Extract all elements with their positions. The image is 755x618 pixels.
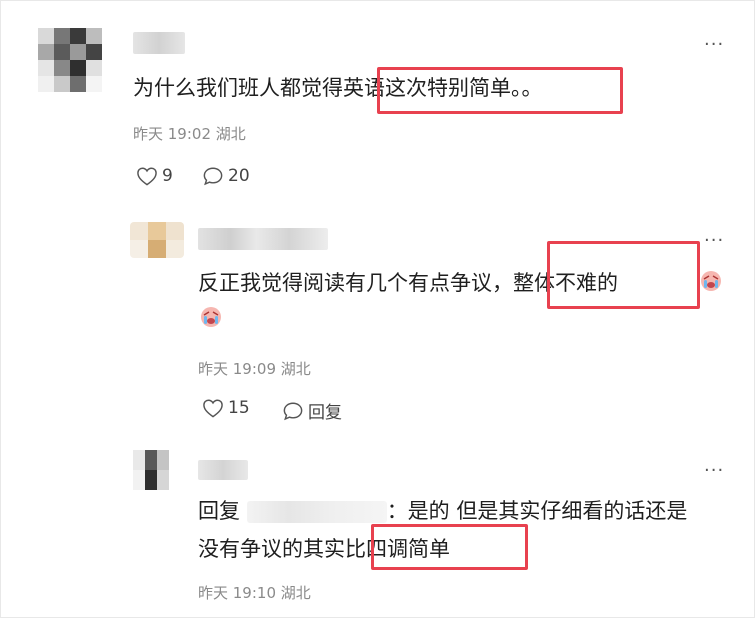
username[interactable] <box>133 32 185 54</box>
like-count: 15 <box>228 398 250 418</box>
timestamp: 昨天 19:09 <box>198 360 276 378</box>
like-count: 9 <box>162 166 173 186</box>
like-button[interactable]: 15 <box>202 398 250 418</box>
reply-text: 回复 ：是的 但是其实仔细看的话还是 <box>198 496 687 526</box>
username[interactable] <box>198 228 328 250</box>
more-dots-icon[interactable]: ··· <box>704 232 724 250</box>
highlight-box <box>547 241 700 309</box>
timestamp: 昨天 19:02 <box>133 125 211 143</box>
highlight-box <box>371 524 528 570</box>
reply-count-button[interactable]: 20 <box>202 166 250 186</box>
highlight-box <box>377 67 623 114</box>
speech-bubble-icon <box>203 167 223 186</box>
avatar[interactable] <box>133 450 169 490</box>
location: 湖北 <box>280 360 311 378</box>
crying-face-emoji <box>701 271 721 291</box>
avatar[interactable] <box>38 28 102 92</box>
comment-meta: 昨天 19:02 湖北 <box>133 123 246 144</box>
heart-outline-icon <box>137 167 157 186</box>
location: 湖北 <box>215 125 246 143</box>
timestamp: 昨天 19:10 <box>198 584 276 602</box>
mentioned-user[interactable] <box>246 501 387 523</box>
speech-bubble-icon <box>283 402 303 420</box>
comment-meta: 昨天 19:09 湖北 <box>198 358 311 379</box>
more-dots-icon[interactable]: ··· <box>704 462 724 480</box>
more-dots-icon[interactable]: ··· <box>704 36 724 54</box>
like-button[interactable]: 9 <box>136 166 173 186</box>
reply-label: 回复 <box>308 403 342 423</box>
avatar[interactable] <box>130 222 184 258</box>
reply-count: 20 <box>228 166 250 186</box>
reply-button[interactable]: 回复 <box>282 398 342 423</box>
comment-meta: 昨天 19:10 湖北 <box>198 582 311 603</box>
crying-face-emoji <box>201 307 221 327</box>
location: 湖北 <box>280 584 311 602</box>
username[interactable] <box>198 460 248 480</box>
reply-prefix: 回复 <box>198 499 240 523</box>
reply-text-line1: ：是的 但是其实仔细看的话还是 <box>386 499 688 523</box>
heart-outline-icon <box>203 399 223 418</box>
